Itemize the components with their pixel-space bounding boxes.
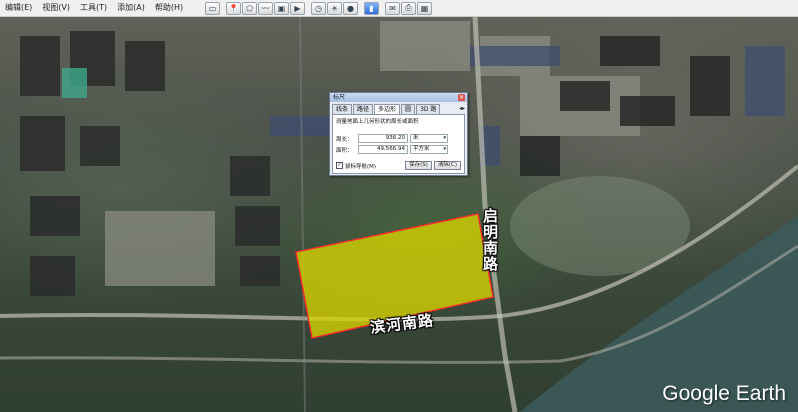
map-imagery [0, 16, 798, 412]
save-button[interactable]: 保存(S) [405, 161, 432, 170]
area-row: 面积： 49,566.94 平方米 [336, 145, 448, 154]
dialog-tabs: 线条 路径 多边形 圆 3D 路 ◂▸ [332, 104, 465, 114]
area-value: 49,566.94 [358, 145, 408, 154]
tab-3d-path[interactable]: 3D 路 [416, 104, 441, 114]
menu-help[interactable]: 帮助(H) [150, 0, 188, 16]
path-icon[interactable]: 〰 [258, 1, 273, 15]
panel-description: 测量地面上几何形状的周长或面积 [336, 119, 419, 125]
tab-line[interactable]: 线条 [332, 104, 353, 114]
google-earth-watermark: Google Earth [662, 382, 786, 405]
polygon-icon[interactable]: ⬠ [242, 1, 257, 15]
polygon-panel: 测量地面上几何形状的周长或面积 周长： 936.20 米 面积： 49,566.… [332, 114, 465, 174]
tour-icon[interactable]: ▶ [290, 1, 305, 15]
sun-icon[interactable]: ☀ [327, 1, 342, 15]
satellite-map[interactable] [0, 16, 798, 412]
perimeter-unit-select[interactable]: 米 [410, 134, 448, 143]
sidebar-icon[interactable]: ▭ [205, 1, 220, 15]
planet-icon[interactable]: ● [343, 1, 358, 15]
mouse-nav-checkbox[interactable]: ✓ [336, 162, 343, 169]
clear-button[interactable]: 清除(C) [433, 161, 461, 170]
dialog-title-text: 标尺 [333, 94, 346, 101]
menu-edit[interactable]: 编辑(E) [0, 0, 37, 16]
tab-polygon[interactable]: 多边形 [374, 104, 401, 114]
menu-tools[interactable]: 工具(T) [75, 0, 112, 16]
placemark-icon[interactable]: 📍 [226, 1, 241, 15]
perimeter-label: 周长： [336, 136, 353, 143]
tab-scroll-icon[interactable]: ◂▸ [459, 104, 465, 114]
ruler-dialog: 标尺 ✕ 线条 路径 多边形 圆 3D 路 ◂▸ 测量地面上几何形状的周长或面积… [329, 92, 468, 176]
tab-path[interactable]: 路径 [353, 104, 374, 114]
toolbar: ▭ 📍 ⬠ 〰 ▣ ▶ ◷ ☀ ● ▮ ✉ ⎙ ▦ [205, 1, 432, 15]
area-unit-select[interactable]: 平方米 [410, 145, 448, 154]
area-label: 面积： [336, 147, 353, 154]
road-label-qiming: 启明南路 [481, 208, 499, 272]
perimeter-value: 936.20 [358, 134, 408, 143]
map-icon[interactable]: ▦ [417, 1, 432, 15]
print-icon[interactable]: ⎙ [401, 1, 416, 15]
email-icon[interactable]: ✉ [385, 1, 400, 15]
menu-view[interactable]: 视图(V) [37, 0, 75, 16]
ruler-icon[interactable]: ▮ [364, 1, 379, 15]
mouse-nav-label: 鼠标导航(M) [345, 163, 377, 170]
dialog-title: 标尺 ✕ [330, 93, 467, 102]
close-icon[interactable]: ✕ [458, 94, 465, 101]
overlay-icon[interactable]: ▣ [274, 1, 289, 15]
tab-circle[interactable]: 圆 [401, 104, 416, 114]
menu-add[interactable]: 添加(A) [112, 0, 150, 16]
perimeter-row: 周长： 936.20 米 [336, 134, 448, 143]
dialog-footer: ✓ 鼠标导航(M) 保存(S) 清除(C) [336, 161, 461, 170]
history-icon[interactable]: ◷ [311, 1, 326, 15]
